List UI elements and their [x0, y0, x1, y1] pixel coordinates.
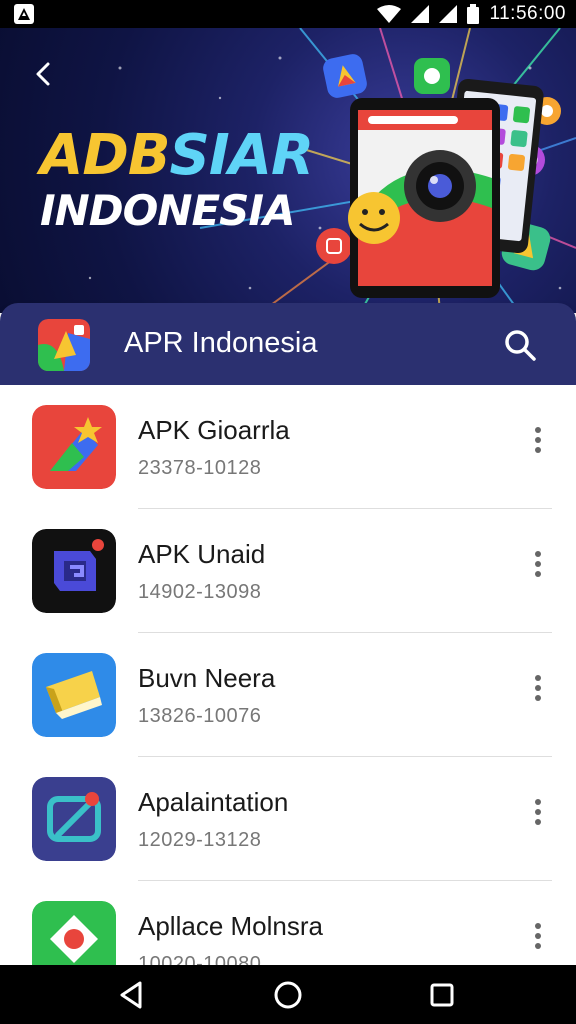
home-circle-icon[interactable]	[270, 977, 306, 1013]
app-meta: 12029-13128	[138, 829, 262, 851]
search-icon[interactable]	[502, 327, 538, 363]
app-name: APK Gioarrla	[138, 415, 290, 445]
app-meta: 13826-10076	[138, 705, 262, 727]
app-notification-icon	[14, 4, 34, 24]
list-item[interactable]: APK Unaid 14902-13098	[0, 509, 576, 633]
signal-icon	[439, 5, 458, 23]
banner-title-line1: ADBSIAR	[40, 123, 314, 188]
back-arrow-icon[interactable]	[28, 58, 60, 90]
more-options-icon[interactable]	[528, 425, 548, 455]
wifi-icon	[377, 5, 402, 23]
back-triangle-icon[interactable]	[114, 977, 150, 1013]
app-icon	[32, 901, 116, 965]
more-options-icon[interactable]	[528, 549, 548, 579]
list-item[interactable]: Apllace Molnsra 10020-10080	[0, 881, 576, 965]
app-list: APK Gioarrla 23378-10128 APK Unaid 14902…	[0, 385, 576, 965]
status-icons: 11:56:00	[377, 3, 566, 25]
app-meta: 14902-13098	[138, 581, 262, 603]
more-options-icon[interactable]	[528, 797, 548, 827]
header-banner: ADBSIAR INDONESIA	[0, 28, 576, 313]
banner-title: ADBSIAR INDONESIA	[40, 123, 314, 235]
app-meta: 23378-10128	[138, 457, 262, 479]
phone-illustration	[348, 78, 544, 298]
signal-icon	[411, 5, 430, 23]
app-meta: 10020-10080	[138, 953, 262, 965]
app-logo-icon	[38, 319, 90, 371]
app-icon	[32, 405, 116, 489]
more-options-icon[interactable]	[528, 921, 548, 951]
list-item[interactable]: APK Gioarrla 23378-10128	[0, 385, 576, 509]
battery-icon	[467, 4, 480, 24]
page-title: APR Indonesia	[124, 327, 318, 359]
app-name: Apllace Molnsra	[138, 911, 323, 941]
system-nav-bar	[0, 965, 576, 1024]
app-icon	[32, 777, 116, 861]
banner-title-line2: INDONESIA	[40, 186, 296, 235]
more-options-icon[interactable]	[528, 673, 548, 703]
app-icon	[32, 653, 116, 737]
app-name: APK Unaid	[138, 539, 266, 569]
recents-square-icon[interactable]	[424, 977, 460, 1013]
app-name: Buvn Neera	[138, 663, 276, 693]
status-bar: 11:56:00	[0, 0, 576, 28]
list-item[interactable]: Apalaintation 12029-13128	[0, 757, 576, 881]
app-name: Apalaintation	[138, 787, 289, 817]
app-icon	[32, 529, 116, 613]
title-bar: APR Indonesia	[0, 303, 576, 385]
list-item[interactable]: Buvn Neera 13826-10076	[0, 633, 576, 757]
clock: 11:56:00	[489, 3, 566, 24]
